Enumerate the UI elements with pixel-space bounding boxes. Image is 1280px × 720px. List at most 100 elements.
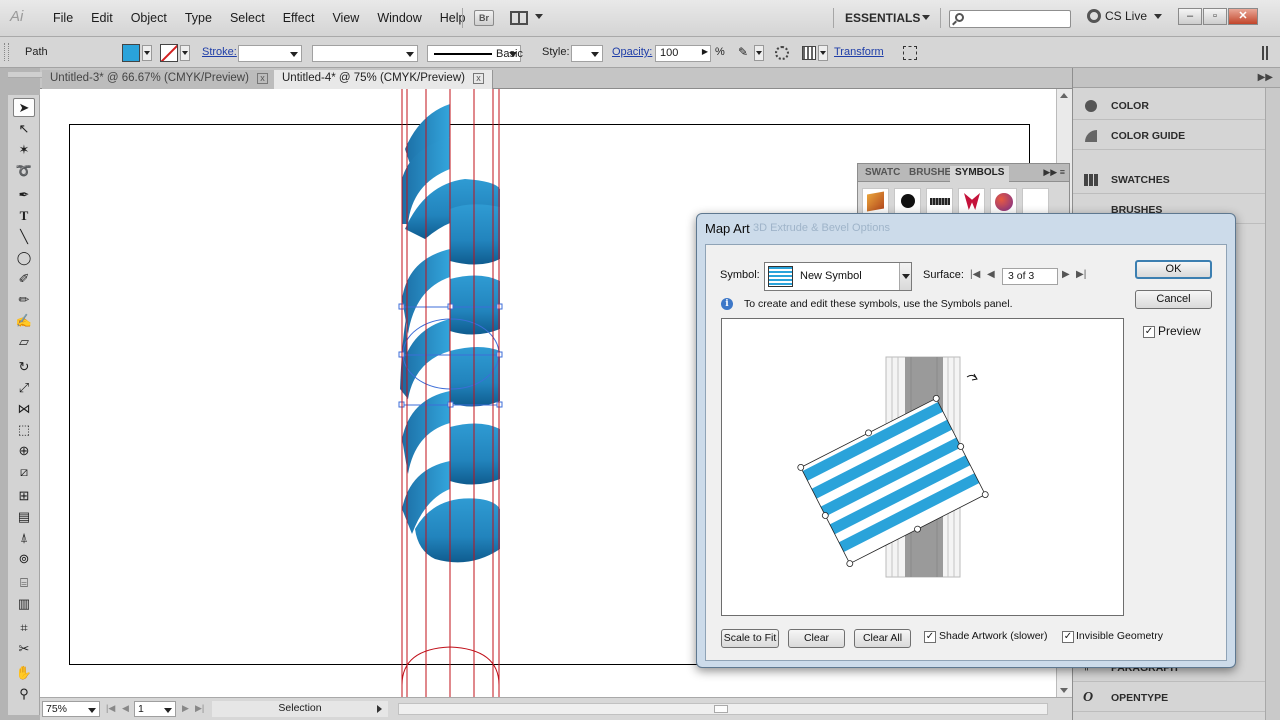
bridge-button[interactable]: Br xyxy=(474,10,494,26)
menu-edit[interactable]: Edit xyxy=(82,11,122,25)
eyedropper-tool-icon[interactable]: ⍋ xyxy=(13,528,35,547)
panel-menu-icon[interactable]: ▶▶ ≡ xyxy=(1043,167,1065,178)
pen-tool-icon[interactable]: ✒ xyxy=(13,185,35,204)
close-icon[interactable]: x xyxy=(472,73,484,84)
menu-effect[interactable]: Effect xyxy=(274,11,324,25)
dock-item-swatches[interactable]: SWATCHES xyxy=(1073,166,1265,194)
graphic-style-picker[interactable] xyxy=(571,45,603,62)
previous-artboard-icon[interactable]: ◀ xyxy=(122,703,129,714)
panel-grip[interactable] xyxy=(4,43,9,61)
chevron-down-icon[interactable] xyxy=(818,45,828,61)
next-surface-icon[interactable]: ▶ xyxy=(1062,269,1070,280)
column-graph-tool-icon[interactable]: ▥ xyxy=(13,594,35,613)
selection-tool-icon[interactable]: ➤ xyxy=(13,98,35,117)
dock-item-color-guide[interactable]: COLOR GUIDE xyxy=(1073,122,1265,150)
collapse-panels-icon[interactable]: ▶▶ xyxy=(1258,72,1273,83)
horizontal-scrollbar[interactable] xyxy=(398,703,1048,715)
lasso-tool-icon[interactable]: ➰ xyxy=(13,161,35,180)
surface-preview[interactable] xyxy=(721,318,1124,616)
align-icon[interactable] xyxy=(802,46,816,60)
chevron-down-icon[interactable] xyxy=(899,263,911,290)
workspace-switcher[interactable]: ESSENTIALS xyxy=(845,11,920,25)
current-tool-status[interactable]: Selection xyxy=(212,701,388,717)
menu-select[interactable]: Select xyxy=(221,11,274,25)
symbol-sprayer-tool-icon[interactable]: ⌸ xyxy=(13,573,35,592)
zoom-select[interactable]: 75% xyxy=(42,701,100,717)
first-surface-icon[interactable]: |◀ xyxy=(970,269,980,280)
mesh-tool-icon[interactable]: ⊞ xyxy=(13,486,35,505)
invisible-geometry-checkbox[interactable]: ✓ xyxy=(1062,631,1074,643)
shade-artwork-checkbox[interactable]: ✓ xyxy=(924,631,936,643)
menu-type[interactable]: Type xyxy=(176,11,221,25)
slice-tool-icon[interactable]: ✂ xyxy=(13,639,35,658)
blend-tool-icon[interactable]: ⊚ xyxy=(13,549,35,568)
last-surface-icon[interactable]: ▶| xyxy=(1076,269,1086,280)
surface-field[interactable]: 3 of 3 xyxy=(1002,268,1058,285)
gear-icon[interactable] xyxy=(775,46,789,60)
symbol-select[interactable]: New Symbol xyxy=(764,262,912,291)
menu-help[interactable]: Help xyxy=(431,11,475,25)
tab-untitled-3[interactable]: Untitled-3* @ 66.67% (CMYK/Preview) x xyxy=(42,70,277,89)
last-artboard-icon[interactable]: ▶| xyxy=(195,703,204,714)
menu-view[interactable]: View xyxy=(323,11,368,25)
recolor-artwork-icon[interactable]: ✎ xyxy=(738,46,752,60)
blob-brush-tool-icon[interactable]: ✍ xyxy=(13,311,35,330)
search-input[interactable] xyxy=(949,10,1071,28)
ellipse-tool-icon[interactable]: ◯ xyxy=(13,248,35,267)
menu-object[interactable]: Object xyxy=(122,11,176,25)
tab-swatches[interactable]: SWATC xyxy=(860,166,904,182)
dock-scrollbar[interactable] xyxy=(1265,88,1280,720)
stroke-link[interactable]: Stroke: xyxy=(202,46,237,58)
dock-header[interactable]: ▶▶ xyxy=(1073,68,1280,88)
magic-wand-tool-icon[interactable]: ✶ xyxy=(13,140,35,159)
restore-button[interactable]: ▫ xyxy=(1203,8,1227,25)
first-artboard-icon[interactable]: |◀ xyxy=(106,703,115,714)
play-icon[interactable] xyxy=(377,705,382,713)
eraser-tool-icon[interactable]: ▱ xyxy=(13,332,35,351)
direct-selection-tool-icon[interactable]: ↖ xyxy=(13,119,35,138)
variable-width-profile[interactable] xyxy=(312,45,418,62)
isolate-selection-icon[interactable] xyxy=(903,46,917,60)
brush-definition[interactable]: Basic xyxy=(427,45,523,62)
symbol-globe[interactable] xyxy=(990,188,1017,214)
next-artboard-icon[interactable]: ▶ xyxy=(182,703,189,714)
menu-window[interactable]: Window xyxy=(368,11,430,25)
artboard-select[interactable]: 1 xyxy=(134,701,176,717)
transform-link[interactable]: Transform xyxy=(834,46,884,58)
symbol-grunge-brush[interactable] xyxy=(926,188,953,214)
hand-tool-icon[interactable]: ✋ xyxy=(13,663,35,682)
menu-file[interactable]: File xyxy=(44,11,82,25)
tab-untitled-4[interactable]: Untitled-4* @ 75% (CMYK/Preview) x xyxy=(274,70,493,89)
tools-panel-grip[interactable] xyxy=(8,72,42,78)
dock-item-opentype[interactable]: O OPENTYPE xyxy=(1073,684,1265,712)
scroll-down-icon[interactable] xyxy=(1060,688,1068,693)
preview-checkbox[interactable]: ✓ xyxy=(1143,326,1155,338)
pencil-tool-icon[interactable]: ✏ xyxy=(13,290,35,309)
zoom-tool-icon[interactable]: ⚲ xyxy=(13,684,35,703)
paintbrush-tool-icon[interactable]: ✐ xyxy=(13,269,35,288)
ok-button[interactable]: OK xyxy=(1135,260,1212,279)
close-icon[interactable]: x xyxy=(256,73,268,84)
artboard-tool-icon[interactable]: ⌗ xyxy=(13,618,35,637)
tab-brushes[interactable]: BRUSHE xyxy=(904,166,950,182)
symbol-ribbon-bow[interactable] xyxy=(958,188,985,214)
scale-tool-icon[interactable]: ⤢ xyxy=(13,378,35,397)
close-button[interactable]: ✕ xyxy=(1228,8,1258,25)
symbol-3d-cube[interactable] xyxy=(862,188,889,214)
stroke-weight-field[interactable] xyxy=(238,45,302,62)
stroke-color-swatch[interactable] xyxy=(160,44,178,62)
shape-builder-tool-icon[interactable]: ⊕ xyxy=(13,441,35,460)
type-tool-icon[interactable]: T xyxy=(13,206,35,225)
cs-live-button[interactable]: CS Live xyxy=(1087,9,1163,23)
symbol-blank[interactable] xyxy=(1022,188,1049,214)
rotate-tool-icon[interactable]: ↻ xyxy=(13,357,35,376)
scroll-thumb[interactable] xyxy=(714,705,728,713)
dock-item-color[interactable]: COLOR xyxy=(1073,92,1265,120)
scroll-up-icon[interactable] xyxy=(1060,93,1068,98)
gradient-tool-icon[interactable]: ▤ xyxy=(13,507,35,526)
free-transform-tool-icon[interactable]: ⬚ xyxy=(13,420,35,439)
scale-to-fit-button[interactable]: Scale to Fit xyxy=(721,629,779,648)
fill-color-swatch[interactable] xyxy=(122,44,140,62)
width-tool-icon[interactable]: ⋈ xyxy=(13,399,35,418)
cancel-button[interactable]: Cancel xyxy=(1135,290,1212,309)
